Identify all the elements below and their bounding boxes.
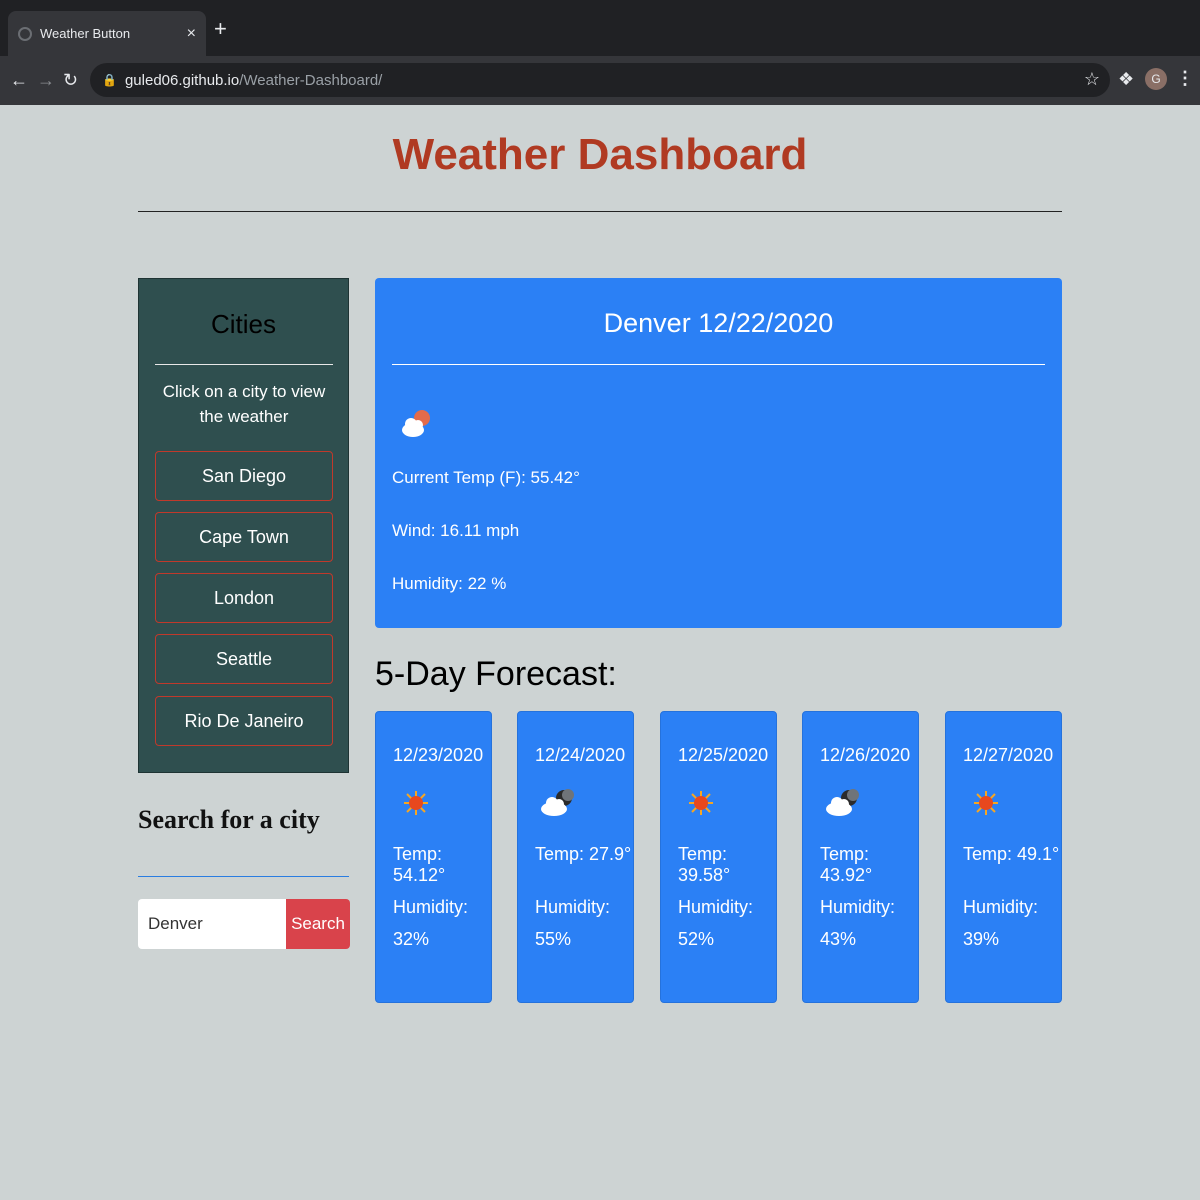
sun-icon (404, 791, 428, 815)
page-title: Weather Dashboard (392, 130, 808, 179)
cloud-moon-icon (541, 789, 574, 816)
search-title: Search for a city (138, 805, 320, 834)
forecast-date: 12/25/2020 (678, 745, 769, 765)
city-button-seattle[interactable]: Seattle (155, 634, 333, 684)
current-temp: Current Temp (F): 55.42° (392, 468, 580, 487)
forecast-temp: Temp: 39.58° (678, 844, 731, 885)
forecast-humidity-value: 52% (678, 929, 715, 949)
forecast-humidity-value: 39% (963, 929, 1000, 949)
city-button-san-diego[interactable]: San Diego (155, 451, 333, 501)
forecast-card: 12/23/2020 Temp: 54.12° Humidity: 32% (375, 711, 492, 1003)
city-button-cape-town[interactable]: Cape Town (155, 512, 333, 562)
city-button-rio-de-janeiro[interactable]: Rio De Janeiro (155, 696, 333, 746)
url-path: /Weather-Dashboard/ (239, 71, 383, 89)
title-divider (138, 211, 1062, 212)
menu-kebab-icon[interactable]: ⋮ (1176, 68, 1194, 89)
current-weather-card: Denver 12/22/2020 Current Temp (F): 55.4… (375, 278, 1062, 628)
current-wind: Wind: 16.11 mph (392, 521, 520, 540)
forecast-heading: 5-Day Forecast: (375, 655, 617, 693)
lock-icon: 🔒 (102, 73, 117, 87)
forecast-humidity-value: 55% (535, 929, 572, 949)
cities-title: Cities (210, 309, 276, 339)
tab-title: Weather Button (40, 26, 131, 41)
city-search-input[interactable]: Denver (138, 899, 287, 949)
forecast-date: 12/27/2020 (963, 745, 1054, 765)
new-tab-icon[interactable]: + (214, 18, 227, 40)
address-bar[interactable]: 🔒 guled06.github.io/Weather-Dashboard/ ☆ (90, 63, 1110, 97)
close-tab-icon[interactable]: × (187, 25, 196, 43)
sun-icon (689, 791, 713, 815)
forecast-temp: Temp: 27.9° (535, 844, 632, 864)
forecast-humidity-value: 43% (820, 929, 857, 949)
globe-icon (18, 26, 32, 41)
forecast-humidity-label: Humidity: (678, 897, 754, 917)
back-arrow-icon[interactable]: ← (10, 68, 28, 92)
cities-hint: Click on a city to view the weather (162, 382, 326, 426)
current-city-date: Denver 12/22/2020 (603, 308, 834, 338)
cloud-moon-icon (826, 789, 859, 816)
forecast-temp: Temp: 43.92° (820, 844, 873, 885)
forward-arrow-icon[interactable]: → (37, 68, 55, 92)
forecast-temp: Temp: 49.1° (963, 844, 1060, 864)
browser-tab-bar: Weather Button × + (0, 0, 1200, 56)
cloud-sun-icon (402, 410, 430, 437)
profile-avatar[interactable]: G (1145, 68, 1167, 90)
forecast-temp: Temp: 54.12° (393, 844, 446, 885)
cities-divider (155, 364, 333, 365)
forecast-humidity-label: Humidity: (820, 897, 896, 917)
forecast-humidity-label: Humidity: (963, 897, 1039, 917)
browser-toolbar: ← → ↻ 🔒 guled06.github.io/Weather-Dashbo… (0, 56, 1200, 105)
city-button-london[interactable]: London (155, 573, 333, 623)
forecast-humidity-label: Humidity: (393, 897, 469, 917)
current-humidity: Humidity: 22 % (392, 574, 507, 593)
bookmark-star-icon[interactable]: ☆ (1084, 69, 1100, 90)
search-divider (138, 876, 349, 877)
url-host: guled06.github.io (124, 71, 240, 89)
sun-icon (974, 791, 998, 815)
forecast-card: 12/26/2020 Temp: 43.92° Humidity: 43% (802, 711, 919, 1003)
forecast-card: 12/25/2020 Temp: 39.58° Humidity: 52% (660, 711, 777, 1003)
forecast-card: 12/27/2020 Temp: 49.1° Humidity: 39% (945, 711, 1062, 1003)
forecast-humidity-label: Humidity: (535, 897, 611, 917)
reload-icon[interactable]: ↻ (63, 68, 78, 92)
forecast-date: 12/26/2020 (820, 745, 911, 765)
search-button[interactable]: Search (286, 899, 350, 949)
extensions-puzzle-icon[interactable]: ❖ (1118, 69, 1134, 90)
current-divider (392, 364, 1045, 365)
forecast-card: 12/24/2020 Temp: 27.9° Humidity: 55% (517, 711, 634, 1003)
cities-panel: Cities Click on a city to view the weath… (138, 278, 349, 773)
forecast-humidity-value: 32% (393, 929, 430, 949)
forecast-date: 12/24/2020 (535, 745, 626, 765)
forecast-date: 12/23/2020 (393, 745, 484, 765)
browser-tab[interactable]: Weather Button × (8, 11, 206, 56)
